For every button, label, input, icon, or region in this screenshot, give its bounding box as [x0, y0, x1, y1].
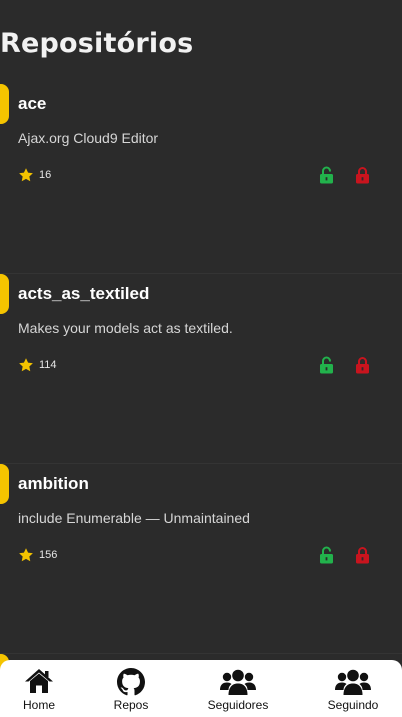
repo-card[interactable]: acts_as_textiled Makes your models act a… — [0, 274, 402, 464]
nav-label-repos: Repos — [113, 698, 149, 712]
lock-icon[interactable] — [355, 166, 370, 184]
nav-label-followers: Seguidores — [207, 698, 269, 712]
repo-name[interactable]: ambition — [18, 474, 89, 494]
bottom-nav: Home Repos Seguidores Seguindo — [0, 660, 402, 717]
nav-repos[interactable]: Repos — [100, 660, 162, 717]
repo-accent-bar — [0, 464, 9, 504]
star-count: 156 — [39, 549, 58, 561]
repo-name[interactable]: ace — [18, 94, 46, 114]
repo-card[interactable]: ambition include Enumerable — Unmaintain… — [0, 464, 402, 654]
nav-following[interactable]: Seguindo — [318, 660, 388, 717]
page-title: Repositórios — [0, 28, 194, 59]
unlock-icon[interactable] — [319, 166, 334, 184]
repositories-screen: Repositórios ace Ajax.org Cloud9 Editor … — [0, 0, 402, 717]
repo-accent-bar — [0, 84, 9, 124]
home-icon — [25, 669, 53, 693]
star-count: 114 — [39, 359, 57, 371]
repo-description: Ajax.org Cloud9 Editor — [18, 130, 159, 146]
repo-list[interactable]: ace Ajax.org Cloud9 Editor 16 acts_as_te… — [0, 84, 402, 654]
repo-stars: 114 — [18, 357, 57, 373]
star-count: 16 — [39, 169, 52, 181]
nav-label-following: Seguindo — [327, 698, 379, 712]
nav-followers[interactable]: Seguidores — [198, 660, 278, 717]
nav-label-home: Home — [22, 698, 55, 712]
repo-description: Makes your models act as textiled. — [18, 320, 233, 336]
repo-card[interactable]: ace Ajax.org Cloud9 Editor 16 — [0, 84, 402, 274]
star-icon — [19, 168, 33, 182]
repo-name[interactable]: acts_as_textiled — [18, 284, 149, 304]
repo-accent-bar — [0, 274, 9, 314]
repo-stars: 16 — [18, 167, 51, 183]
repo-description: include Enumerable — Unmaintained — [18, 510, 250, 526]
star-icon — [19, 548, 33, 562]
lock-icon[interactable] — [355, 546, 370, 564]
users-icon — [220, 669, 256, 695]
unlock-icon[interactable] — [319, 356, 334, 374]
star-icon — [19, 358, 33, 372]
lock-icon[interactable] — [355, 356, 370, 374]
unlock-icon[interactable] — [319, 546, 334, 564]
github-icon — [117, 668, 145, 696]
users-icon — [335, 669, 371, 695]
repo-stars: 156 — [18, 547, 57, 563]
nav-home[interactable]: Home — [8, 660, 70, 717]
